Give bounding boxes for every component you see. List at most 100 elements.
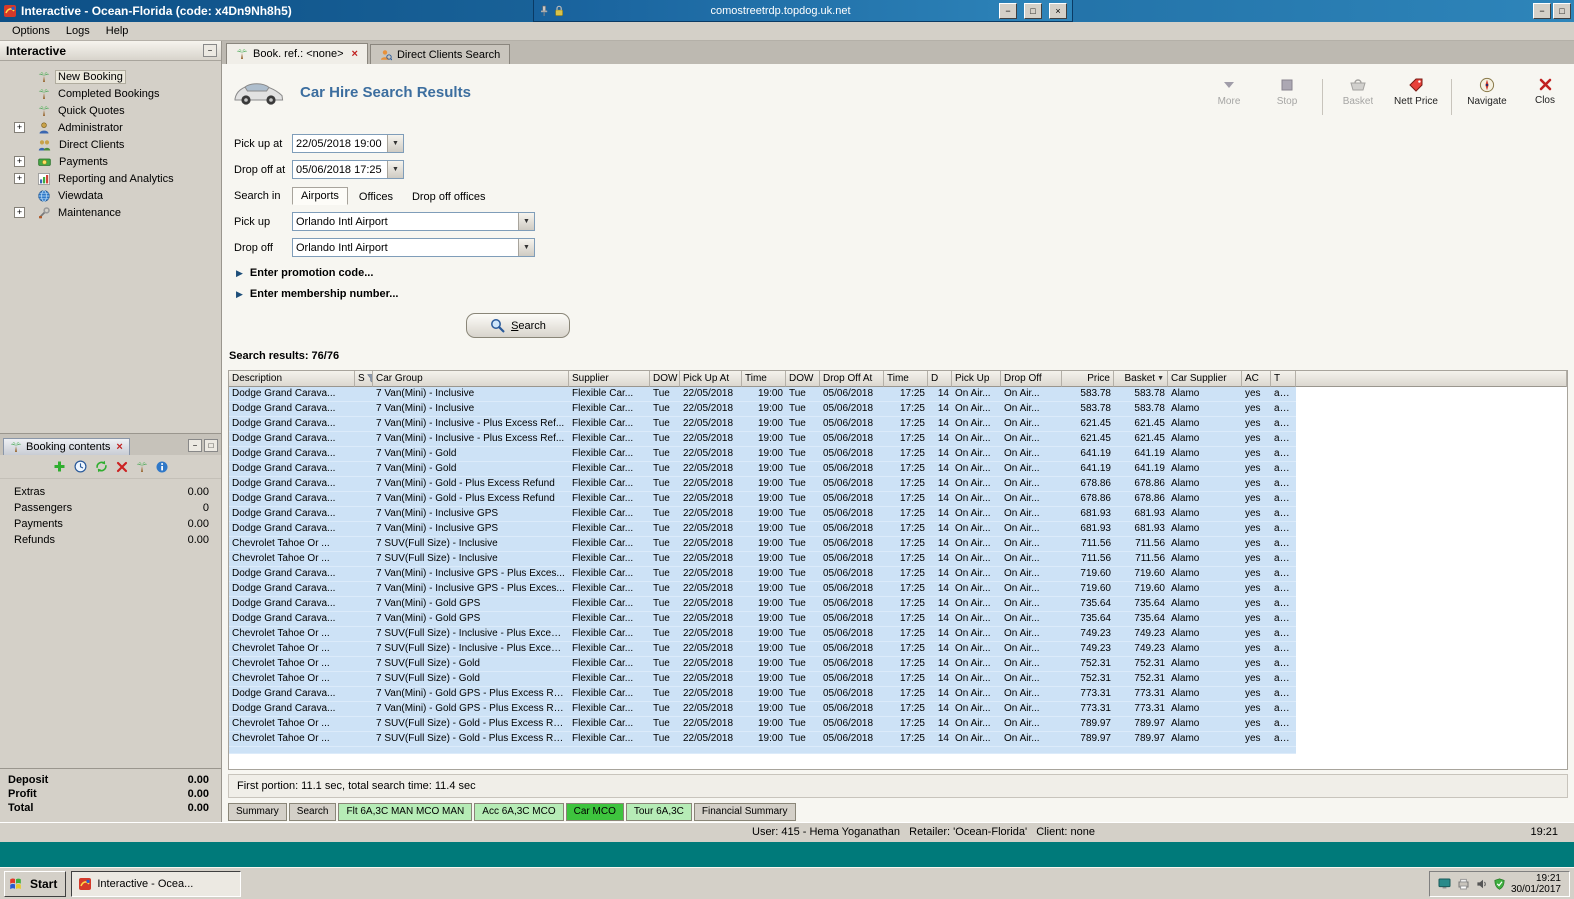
pickup-at-input[interactable]: ▼ (292, 134, 404, 153)
toolbar-stop-button[interactable]: Stop (1264, 77, 1310, 107)
rdp-close-button[interactable]: × (1049, 2, 1067, 19)
sidebar-item-reporting-and-analytics[interactable]: + Reporting and Analytics (0, 170, 221, 187)
bottom-tab-search[interactable]: Search (288, 802, 337, 821)
pickup-at-dropdown-icon[interactable]: ▼ (387, 135, 403, 152)
pickup-value[interactable] (293, 213, 518, 230)
toolbar-clos-button[interactable]: Clos (1522, 77, 1568, 106)
toolbar-basket-button[interactable]: Basket (1335, 77, 1381, 107)
column-header-drop-off[interactable]: Drop Off (1001, 371, 1062, 387)
menu-item-help[interactable]: Help (98, 23, 137, 39)
column-header-ac[interactable]: AC (1242, 371, 1271, 387)
sidebar-collapse-button[interactable]: − (203, 44, 217, 57)
window-minimize-button[interactable]: − (1533, 3, 1551, 19)
column-header-pick-up[interactable]: Pick Up (952, 371, 1001, 387)
tab-book-ref-none[interactable]: Book. ref.: <none> × (226, 43, 368, 64)
column-header-t[interactable]: T (1271, 371, 1296, 387)
result-row[interactable]: Dodge Grand Carava... 7 Van(Mini) - Gold … (229, 687, 1567, 702)
toolbar-more-button[interactable]: More (1206, 77, 1252, 107)
taskbar-task-interactive[interactable]: Interactive - Ocea... (71, 870, 242, 897)
volume-icon[interactable] (1476, 878, 1488, 890)
pickup-dropdown-icon[interactable]: ▼ (518, 213, 534, 230)
dropoff-at-value[interactable] (293, 161, 387, 178)
result-row[interactable]: Dodge Grand Carava... 7 Van(Mini) - Inclu… (229, 387, 1567, 402)
column-header-car-supplier[interactable]: Car Supplier (1168, 371, 1242, 387)
bottom-tab-acc-6a-3c-mco[interactable]: Acc 6A,3C MCO (474, 802, 564, 821)
rdp-minimize-button[interactable]: − (999, 2, 1017, 19)
column-header-drop-off-at[interactable]: Drop Off At (820, 371, 884, 387)
membership-number-expander[interactable]: ▶ Enter membership number... (236, 285, 1574, 303)
result-row[interactable]: Chevrolet Tahoe Or ... 7 SUV(Full Size) -… (229, 657, 1567, 672)
result-row[interactable]: Chevrolet Tahoe Or ... 7 SUV(Full Size) -… (229, 627, 1567, 642)
result-row[interactable]: Dodge Grand Carava... 7 Van(Mini) - Gold F… (229, 462, 1567, 477)
sidebar-item-payments[interactable]: + Payments (0, 153, 221, 170)
result-row[interactable]: Chevrolet Tahoe Or ... 7 SUV(Full Size) -… (229, 732, 1567, 747)
result-row[interactable]: Dodge Grand Carava... 7 Van(Mini) - Gold … (229, 492, 1567, 507)
column-header-supplier[interactable]: Supplier (569, 371, 650, 387)
rdp-restore-button[interactable]: □ (1024, 2, 1042, 19)
sidebar-item-viewdata[interactable]: Viewdata (0, 187, 221, 204)
add-icon[interactable] (53, 460, 66, 473)
bottom-tab-flt-6a-3c-man-mco-man[interactable]: Flt 6A,3C MAN MCO MAN (338, 802, 473, 821)
search-in-tab-drop-off-offices[interactable]: Drop off offices (404, 189, 494, 205)
search-in-tab-airports[interactable]: Airports (292, 187, 348, 205)
column-header-dow[interactable]: DOW (786, 371, 820, 387)
expand-plus-icon[interactable]: + (14, 207, 25, 218)
booking-minimize-button[interactable]: − (188, 439, 202, 452)
column-header-price[interactable]: Price (1062, 371, 1114, 387)
expand-plus-icon[interactable]: + (14, 173, 25, 184)
start-button[interactable]: Start (4, 870, 67, 897)
column-header-time[interactable]: Time (884, 371, 928, 387)
column-header-car-group[interactable]: Car Group (373, 371, 569, 387)
result-row[interactable]: Chevrolet Tahoe Or ... 7 SUV(Full Size) -… (229, 672, 1567, 687)
column-header-description[interactable]: Description (229, 371, 355, 387)
tab-close-icon[interactable]: × (352, 48, 358, 60)
result-row[interactable]: Chevrolet Tahoe Or ... 7 SUV(Full Size) -… (229, 642, 1567, 657)
pickup-combobox[interactable]: ▼ (292, 212, 535, 231)
dropoff-at-dropdown-icon[interactable]: ▼ (387, 161, 403, 178)
toolbar-navigate-button[interactable]: Navigate (1464, 77, 1510, 107)
tab-direct-clients-search[interactable]: Direct Clients Search (369, 44, 511, 64)
network-monitor-icon[interactable] (1438, 878, 1451, 890)
column-header-time[interactable]: Time (742, 371, 786, 387)
result-row[interactable]: Dodge Grand Carava... 7 Van(Mini) - Inclu… (229, 567, 1567, 582)
bottom-tab-financial-summary[interactable]: Financial Summary (693, 802, 796, 821)
result-row[interactable]: Chevrolet Tahoe Or ... 7 SUV(Full Size) -… (229, 717, 1567, 732)
printer-icon[interactable] (1457, 878, 1470, 890)
result-row[interactable]: Dodge Grand Carava... 7 Van(Mini) - Inclu… (229, 507, 1567, 522)
result-row[interactable]: Dodge Grand Carava... 7 Van(Mini) - Gold F… (229, 447, 1567, 462)
result-row[interactable]: Dodge Grand Carava... 7 Van(Mini) - Gold … (229, 597, 1567, 612)
toolbar-nett-price-button[interactable]: Nett Price (1393, 77, 1439, 107)
result-row[interactable]: Dodge Grand Carava... 7 Van(Mini) - Inclu… (229, 522, 1567, 537)
column-header-s[interactable]: S (355, 371, 373, 387)
sidebar-item-direct-clients[interactable]: Direct Clients (0, 136, 221, 153)
search-button[interactable]: Search (466, 313, 570, 338)
pin-icon[interactable] (539, 5, 549, 17)
search-in-tab-offices[interactable]: Offices (351, 189, 401, 205)
bottom-tab-tour-6a-3c[interactable]: Tour 6A,3C (625, 802, 692, 821)
result-row[interactable]: Dodge Grand Carava... 7 Van(Mini) - Inclu… (229, 417, 1567, 432)
booking-contents-tab[interactable]: Booking contents × (3, 438, 130, 455)
window-maximize-button[interactable]: □ (1553, 3, 1571, 19)
history-icon[interactable] (74, 460, 87, 473)
result-row[interactable]: Chevrolet Tahoe Or ... 7 SUV(Full Size) -… (229, 552, 1567, 567)
column-header-pick-up-at[interactable]: Pick Up At (680, 371, 742, 387)
column-header-dow[interactable]: DOW (650, 371, 680, 387)
column-header-d[interactable]: D (928, 371, 952, 387)
booking-contents-close-icon[interactable]: × (116, 441, 122, 453)
bottom-tab-summary[interactable]: Summary (228, 802, 287, 821)
dropoff-dropdown-icon[interactable]: ▼ (518, 239, 534, 256)
result-row[interactable]: Dodge Grand Carava... 7 Van(Mini) - Inclu… (229, 402, 1567, 417)
menu-item-logs[interactable]: Logs (58, 23, 98, 39)
refresh-icon[interactable] (95, 460, 108, 473)
expand-plus-icon[interactable]: + (14, 156, 25, 167)
delete-icon[interactable] (116, 461, 128, 473)
result-row[interactable]: Dodge Grand Carava... 7 Van(Mini) - Gold … (229, 702, 1567, 717)
dropoff-value[interactable] (293, 239, 518, 256)
sidebar-item-new-booking[interactable]: New Booking (0, 68, 221, 85)
column-header-basket[interactable]: Basket ▼ (1114, 371, 1168, 387)
promotion-code-expander[interactable]: ▶ Enter promotion code... (236, 264, 1574, 282)
expand-plus-icon[interactable]: + (14, 122, 25, 133)
sidebar-item-administrator[interactable]: + Administrator (0, 119, 221, 136)
sidebar-item-quick-quotes[interactable]: Quick Quotes (0, 102, 221, 119)
result-row[interactable]: Dodge Grand Carava... 7 Van(Mini) - Gold … (229, 477, 1567, 492)
